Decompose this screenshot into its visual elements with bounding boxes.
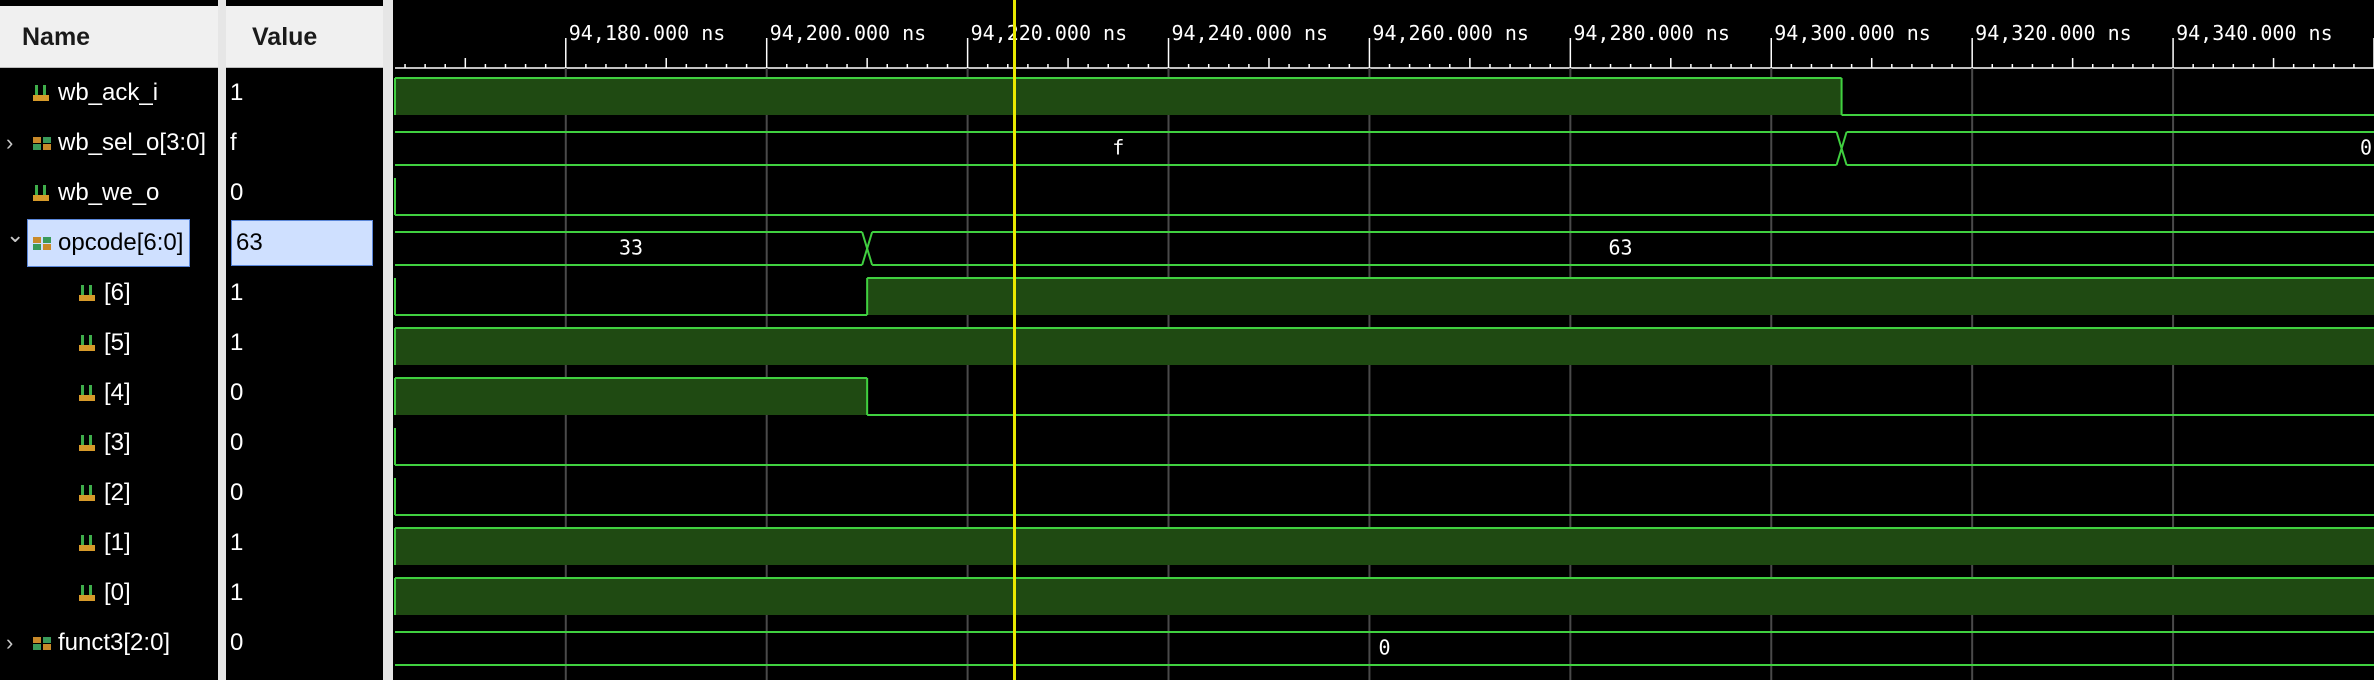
bus-value-label: 33 bbox=[619, 236, 643, 260]
wave-high-fill bbox=[395, 78, 1842, 115]
time-label: 94,320.000 ns bbox=[1975, 21, 2132, 45]
waveform-canvas[interactable]: 94,180.000 ns 94,200.000 ns 94,220.000 ns 9… bbox=[0, 0, 2374, 680]
wave-high-fill bbox=[395, 378, 868, 415]
bus-value-label: 0 bbox=[2360, 136, 2372, 160]
bus-value-label: f bbox=[1112, 136, 1124, 160]
bus-value-label: 63 bbox=[1609, 236, 1633, 260]
time-label: 94,340.000 ns bbox=[2176, 21, 2333, 45]
time-label: 94,260.000 ns bbox=[1372, 21, 1529, 45]
wave-high-fill bbox=[395, 528, 2374, 565]
time-label: 94,200.000 ns bbox=[770, 21, 927, 45]
time-label: 94,280.000 ns bbox=[1573, 21, 1730, 45]
time-cursor[interactable] bbox=[1012, 0, 1016, 680]
time-label: 94,240.000 ns bbox=[1172, 21, 1329, 45]
bus-value-label: 0 bbox=[1378, 636, 1390, 660]
time-label: 94,180.000 ns bbox=[569, 21, 726, 45]
wave-high-fill bbox=[395, 578, 2374, 615]
wave-high-fill bbox=[395, 328, 2374, 365]
time-label: 94,220.000 ns bbox=[971, 21, 1128, 45]
time-label: 94,300.000 ns bbox=[1774, 21, 1931, 45]
wave-high-fill bbox=[867, 278, 2374, 315]
